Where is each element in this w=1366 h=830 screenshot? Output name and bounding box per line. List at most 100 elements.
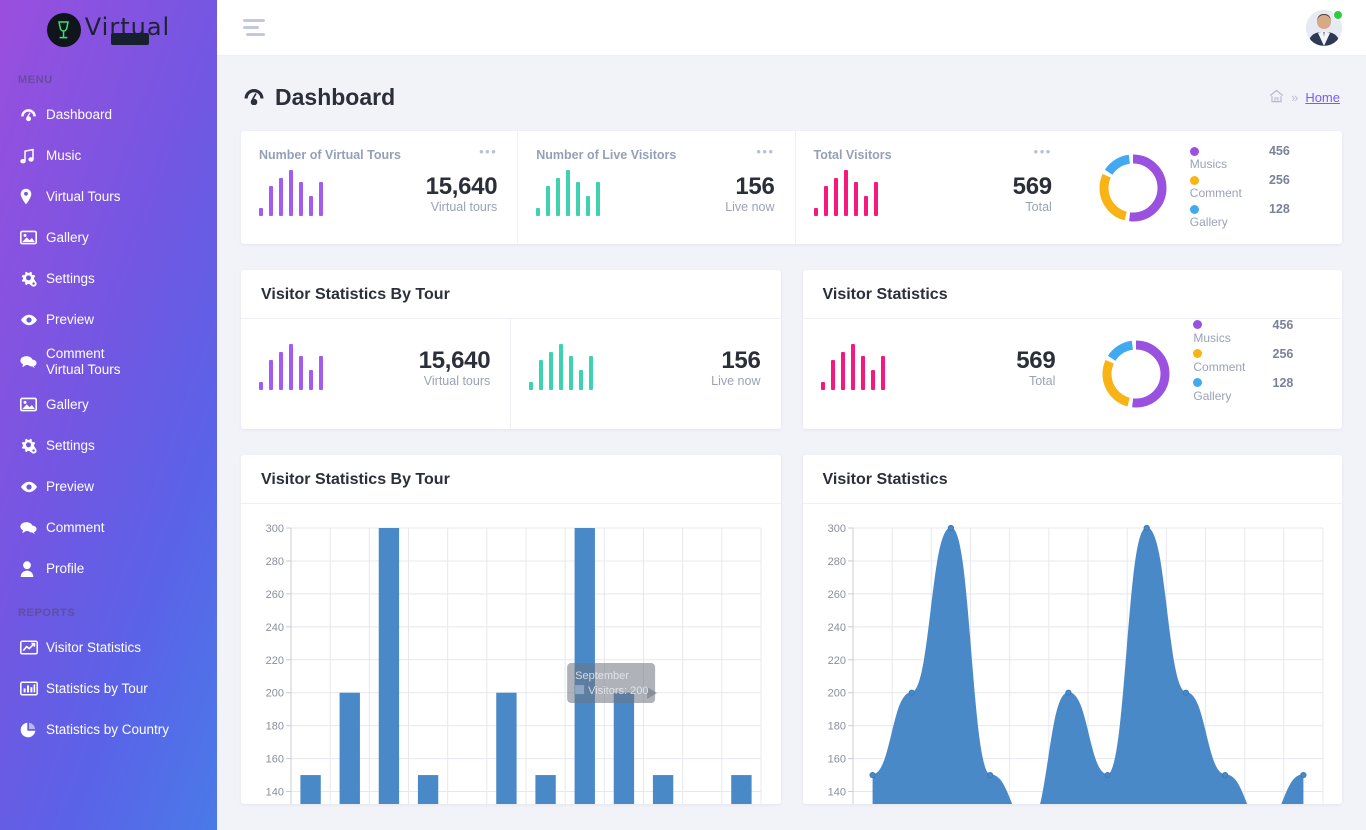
sidebar-item-dashboard[interactable]: Dashboard xyxy=(0,94,217,135)
sidebar-item-preview[interactable]: Preview xyxy=(0,466,217,507)
more-dots-icon[interactable]: ••• xyxy=(756,148,774,156)
visitor-statistics-card: Visitor Statistics 569Total456Musics256C… xyxy=(803,270,1343,429)
sidebar-item-comment-virtual-tours[interactable]: Comment Virtual Tours xyxy=(0,340,217,384)
sidebar-item-comment[interactable]: Comment xyxy=(0,507,217,548)
brand-logo[interactable]: Virtual tour xyxy=(0,0,217,56)
bar[interactable] xyxy=(418,775,438,804)
data-point[interactable] xyxy=(948,525,953,530)
data-point[interactable] xyxy=(1065,690,1070,695)
svg-text:240: 240 xyxy=(827,622,845,634)
bar[interactable] xyxy=(653,775,673,804)
legend-label: Musics xyxy=(1190,157,1290,171)
stat-value: 15,640 xyxy=(426,174,498,199)
sidebar-item-label: Music xyxy=(46,148,81,164)
page-title-text: Dashboard xyxy=(275,84,395,111)
donut-chart xyxy=(1096,151,1170,225)
sidebar-item-gallery[interactable]: Gallery xyxy=(0,384,217,425)
data-point[interactable] xyxy=(1300,772,1305,777)
sidebar-section-reports: REPORTS xyxy=(0,589,217,627)
sidebar-item-settings[interactable]: Settings xyxy=(0,258,217,299)
data-point[interactable] xyxy=(987,772,992,777)
sparkline xyxy=(821,342,885,390)
stat-value: 569 xyxy=(1016,348,1055,373)
sparkline-bar xyxy=(269,186,273,216)
sparkline-bar xyxy=(569,356,573,390)
stat-panel: Number of Virtual Tours•••15,640Virtual … xyxy=(241,131,517,244)
sidebar-item-label: Dashboard xyxy=(46,107,112,123)
legend-label: Musics xyxy=(1193,331,1293,345)
app-root: Virtual tour MENU DashboardMusicVirtual … xyxy=(0,0,1366,830)
legend-color-dot xyxy=(1190,205,1199,214)
bar[interactable] xyxy=(535,775,555,804)
svg-text:300: 300 xyxy=(827,523,845,535)
data-point[interactable] xyxy=(1222,772,1227,777)
sidebar-item-virtual-tours[interactable]: Virtual Tours xyxy=(0,176,217,217)
sidebar-item-label: Settings xyxy=(46,271,95,287)
sparkline-bar xyxy=(874,182,878,216)
area-chart[interactable]: 140160180200220240260280300 xyxy=(803,504,1343,804)
image-icon xyxy=(20,397,46,412)
sparkline-bar xyxy=(279,352,283,390)
bar[interactable] xyxy=(614,693,634,804)
svg-text:240: 240 xyxy=(266,622,284,634)
sparkline-bar xyxy=(821,382,825,390)
sidebar-item-profile[interactable]: Profile xyxy=(0,548,217,589)
sidebar-item-statistics-by-tour[interactable]: Statistics by Tour xyxy=(0,668,217,709)
avatar[interactable] xyxy=(1306,10,1342,46)
bar[interactable] xyxy=(496,693,516,804)
gears-icon xyxy=(20,438,46,454)
sparkline-bar xyxy=(596,182,600,216)
bar[interactable] xyxy=(340,693,360,804)
data-point[interactable] xyxy=(1144,525,1149,530)
sidebar-item-music[interactable]: Music xyxy=(0,135,217,176)
sidebar-item-preview[interactable]: Preview xyxy=(0,299,217,340)
sidebar-item-settings[interactable]: Settings xyxy=(0,425,217,466)
legend-item: 128Gallery xyxy=(1193,376,1293,403)
more-dots-icon[interactable]: ••• xyxy=(1034,148,1052,156)
sparkline-bar xyxy=(539,360,543,390)
breadcrumb-home-link[interactable]: Home xyxy=(1305,90,1340,105)
sidebar-item-gallery[interactable]: Gallery xyxy=(0,217,217,258)
data-point[interactable] xyxy=(869,772,874,777)
sparkline-bar xyxy=(556,178,560,216)
stat-panel: Number of Live Visitors•••156Live now xyxy=(517,131,794,244)
more-dots-icon[interactable]: ••• xyxy=(479,148,497,156)
visitor-statistics-by-tour-card: Visitor Statistics By Tour 15,640Virtual… xyxy=(241,270,781,429)
area-chart-card: Visitor Statistics 140160180200220240260… xyxy=(803,455,1343,804)
svg-text:160: 160 xyxy=(827,754,845,766)
stat-label: Total Visitors xyxy=(814,148,892,162)
dashboard-icon xyxy=(243,84,265,111)
topbar xyxy=(217,0,1366,56)
sidebar-item-statistics-by-country[interactable]: Statistics by Country xyxy=(0,709,217,750)
brand-subtitle: tour xyxy=(111,33,149,45)
breadcrumb-separator: » xyxy=(1291,90,1298,105)
bar[interactable] xyxy=(731,775,751,804)
data-point[interactable] xyxy=(909,690,914,695)
stat-panel: 156Live now xyxy=(510,319,780,429)
legend-color-dot xyxy=(1193,320,1202,329)
home-icon[interactable] xyxy=(1269,89,1284,106)
sparkline-bar xyxy=(309,196,313,216)
legend-value: 456 xyxy=(1273,318,1294,332)
bar-chart[interactable]: 140160180200220240260280300SeptemberVisi… xyxy=(241,504,781,804)
data-point[interactable] xyxy=(1183,690,1188,695)
data-point[interactable] xyxy=(1104,772,1109,777)
sparkline-bar xyxy=(259,208,263,216)
stat-value: 569 xyxy=(1013,174,1052,199)
sparkline-bar xyxy=(881,356,885,390)
hamburger-icon[interactable] xyxy=(243,19,265,36)
sparkline-bar xyxy=(536,208,540,216)
stat-label: Number of Virtual Tours xyxy=(259,148,401,162)
user-icon xyxy=(20,561,46,577)
bar[interactable] xyxy=(379,528,399,804)
legend-item: 456Musics xyxy=(1193,318,1293,345)
legend-color-dot xyxy=(1193,378,1202,387)
sparkline-bar xyxy=(559,344,563,390)
sparkline-bar xyxy=(844,170,848,216)
sidebar-item-visitor-statistics[interactable]: Visitor Statistics xyxy=(0,627,217,668)
cards-container: Number of Virtual Tours•••15,640Virtual … xyxy=(217,131,1366,804)
legend-label: Comment xyxy=(1193,360,1293,374)
bar[interactable] xyxy=(300,775,320,804)
sparkline-bar xyxy=(566,170,570,216)
legend-color-dot xyxy=(1190,147,1199,156)
